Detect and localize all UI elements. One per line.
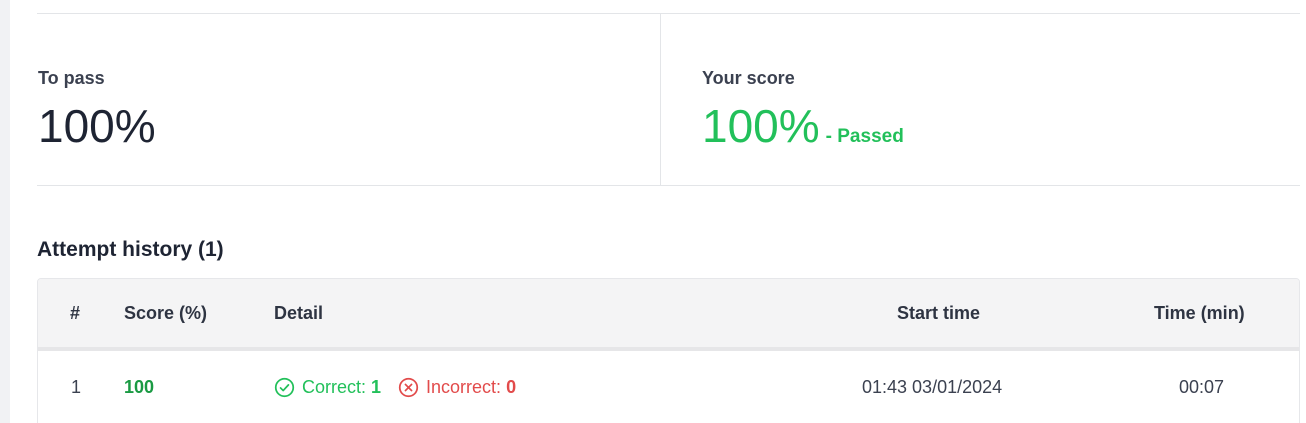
attempt-history-title: Attempt history (1) [37,238,224,261]
check-circle-icon [274,377,295,398]
row-start-time: 01:43 03/01/2024 [862,377,1003,397]
column-header-detail: Detail [274,303,324,323]
incorrect-count: 0 [506,377,517,397]
attempt-history-table: # Score (%) Detail Start time Time (min)… [37,278,1300,423]
row-duration: 00:07 [1179,377,1225,397]
row-number: 1 [71,377,82,397]
x-circle-icon [398,377,419,398]
your-score-label: Your score [702,68,795,88]
correct-count: 1 [371,377,382,397]
passed-status: - Passed [825,126,904,147]
column-header-start-time: Start time [897,303,981,323]
column-header-number: # [70,303,81,323]
table-header: # Score (%) Detail Start time Time (min) [38,279,1299,351]
left-rail [0,0,10,423]
incorrect-label: Incorrect: [426,377,502,397]
correct-label: Correct: [302,377,367,397]
row-score: 100 [124,377,155,397]
table-row[interactable]: 1 100 Correct: 1 Incorrect: 0 01:43 03/0… [38,355,1299,423]
your-score-line: 100% - Passed [702,103,904,149]
to-pass-value: 100% [38,100,156,152]
your-score-stat: Your score 100% - Passed [702,68,904,149]
correct-detail: Correct: 1 [274,377,381,398]
to-pass-label: To pass [38,68,105,88]
column-header-score: Score (%) [124,303,208,323]
divider-middle [37,185,1300,186]
divider-vertical [660,14,661,185]
your-score-value: 100% [702,100,820,152]
incorrect-detail: Incorrect: 0 [398,377,516,398]
column-header-time: Time (min) [1154,303,1245,323]
to-pass-stat: To pass 100% [38,68,156,149]
row-detail: Correct: 1 Incorrect: 0 [274,377,516,398]
divider-top [37,13,1300,14]
